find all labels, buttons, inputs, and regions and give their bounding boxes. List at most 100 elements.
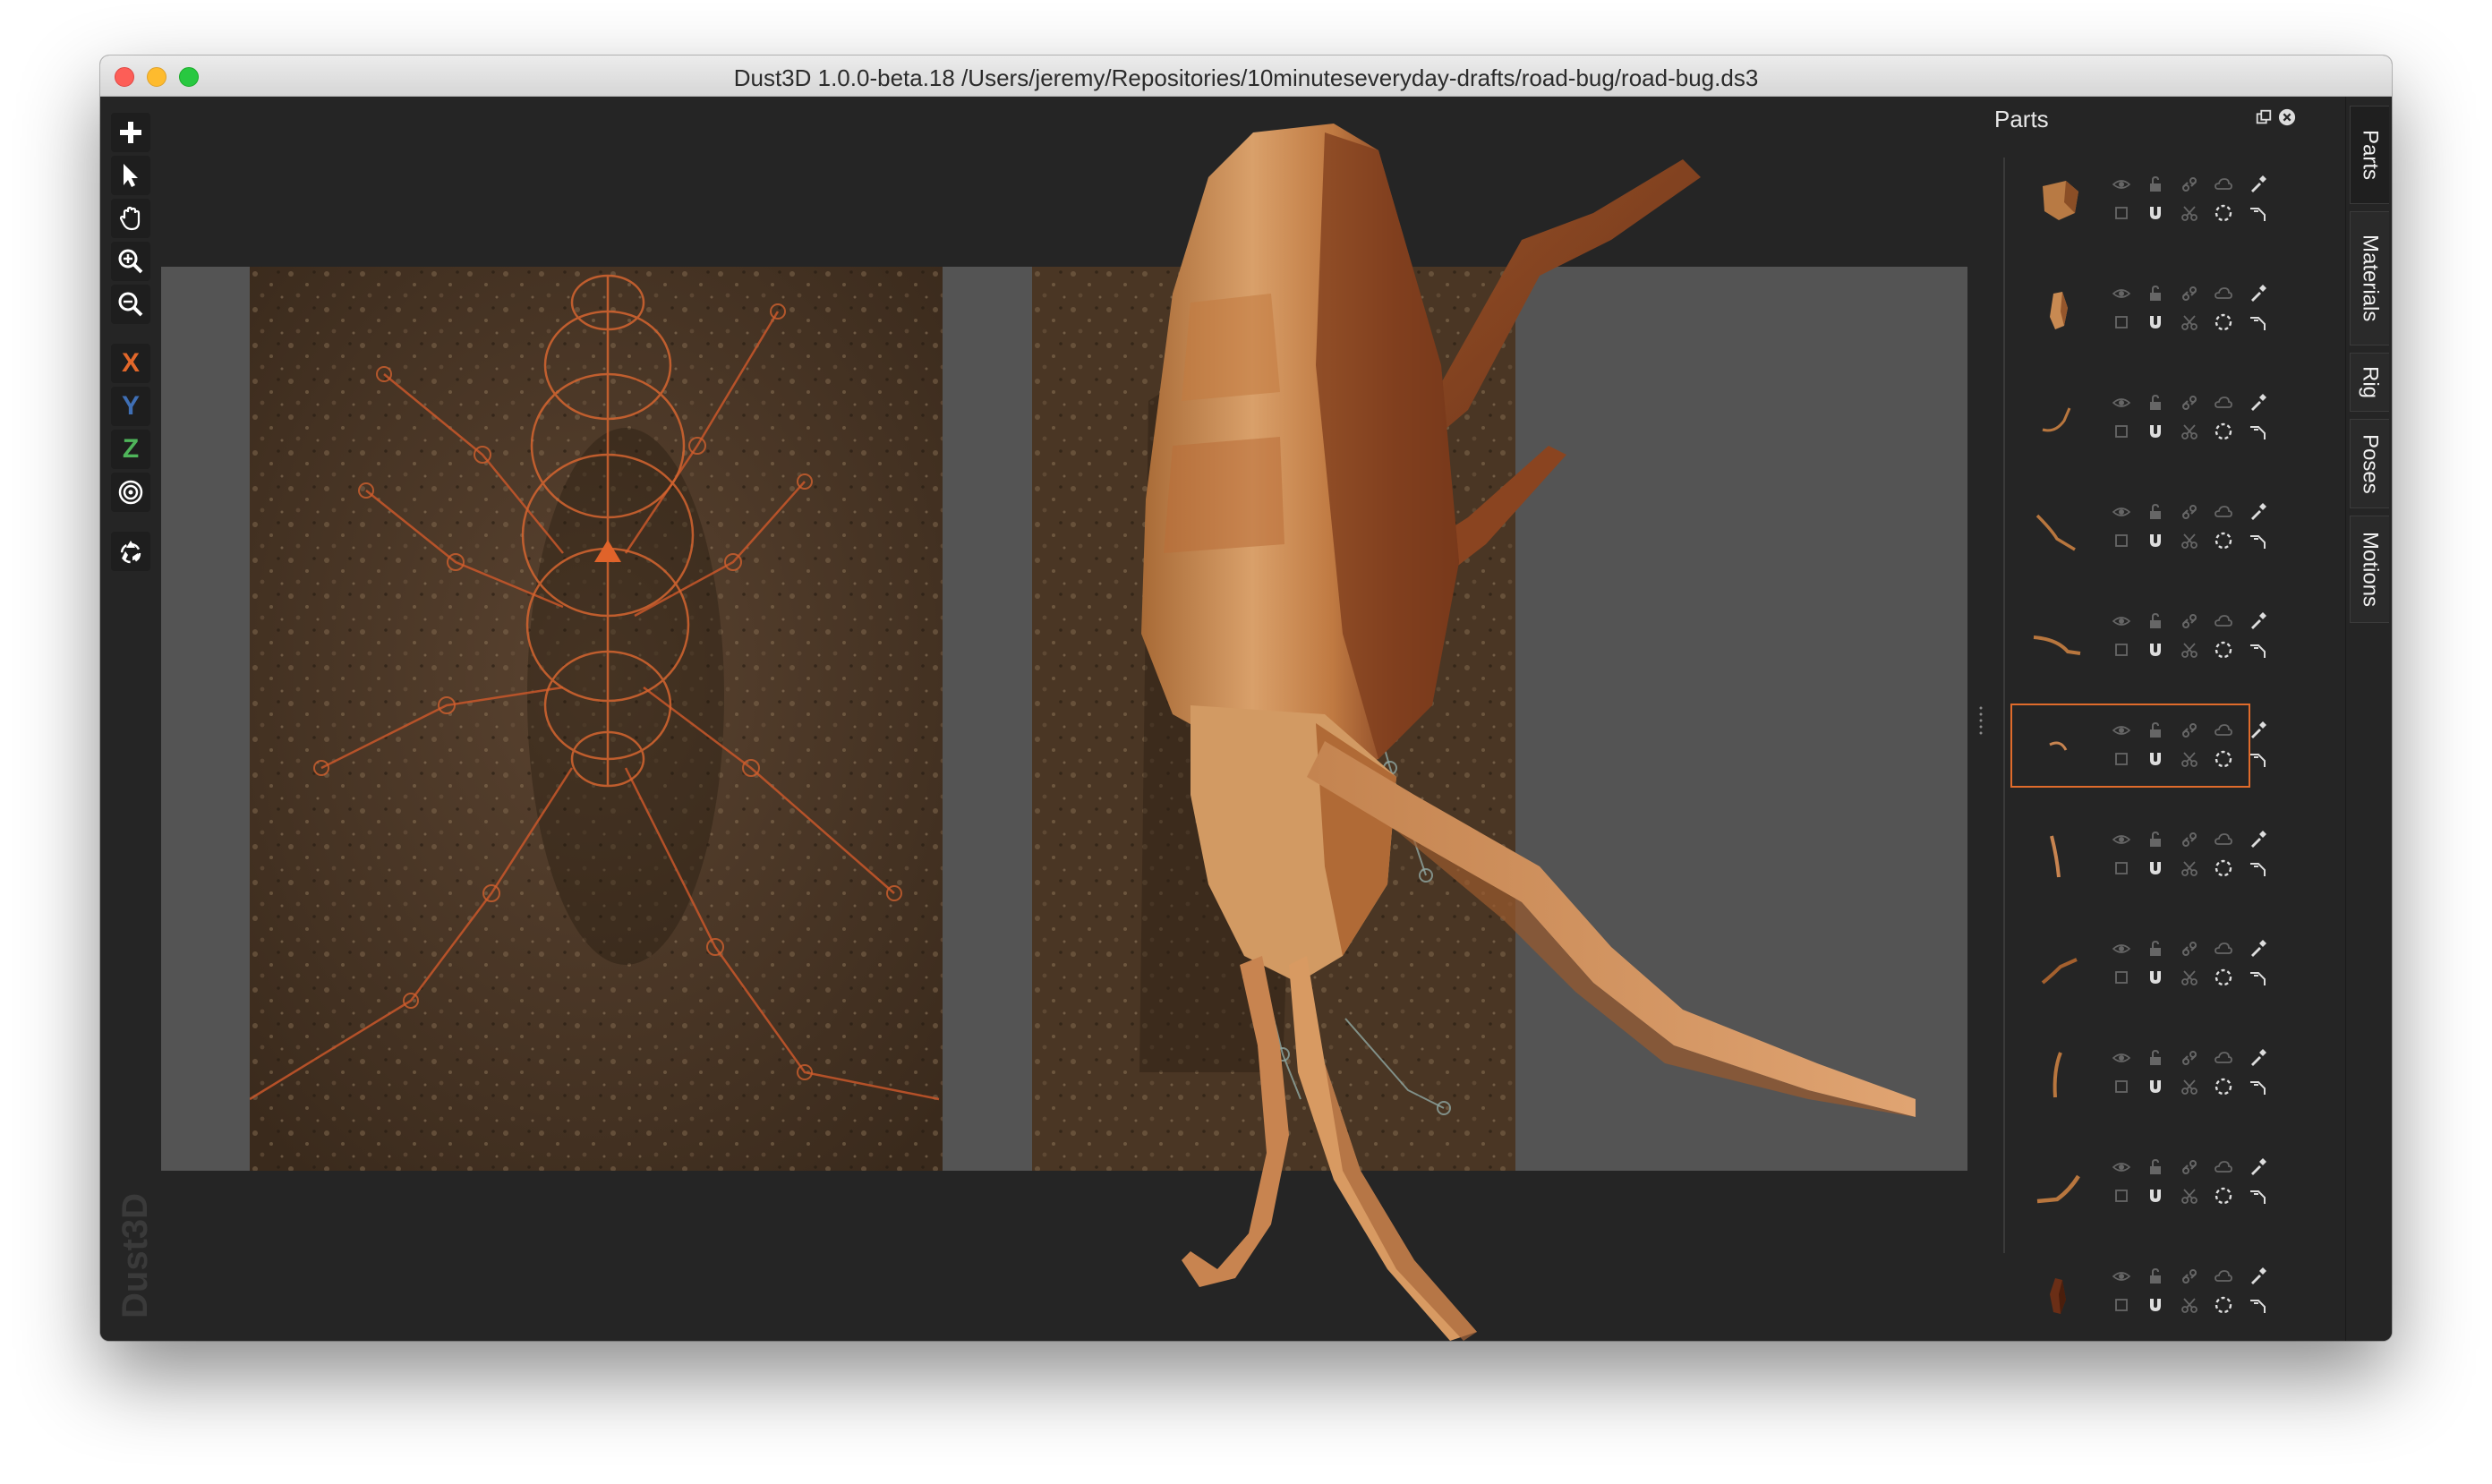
cloud-toggle[interactable] [2213,610,2234,632]
eye-toggle[interactable] [2111,829,2132,850]
unlock-toggle[interactable] [2145,720,2166,741]
chamfer-toggle[interactable] [2247,421,2268,442]
link-toggle[interactable] [2179,283,2200,304]
magnet-toggle[interactable] [2145,639,2166,661]
part-row[interactable] [2010,594,2266,678]
unlock-toggle[interactable] [2145,1266,2166,1287]
color-picker-toggle[interactable] [2247,938,2268,959]
scissors-toggle[interactable] [2179,202,2200,224]
magnet-toggle[interactable] [2145,1076,2166,1097]
part-row[interactable] [2010,158,2266,242]
unlock-toggle[interactable] [2145,283,2166,304]
link-toggle[interactable] [2179,938,2200,959]
scissors-toggle[interactable] [2179,311,2200,333]
select-mode-button[interactable] [111,156,150,195]
unlock-toggle[interactable] [2145,610,2166,632]
chamfer-toggle[interactable] [2247,857,2268,879]
part-row[interactable] [2010,704,2266,788]
link-toggle[interactable] [2179,720,2200,741]
magnet-toggle[interactable] [2145,1185,2166,1207]
scissors-toggle[interactable] [2179,1294,2200,1316]
cloud-toggle[interactable] [2213,501,2234,523]
dashed-circle-toggle[interactable] [2213,639,2234,661]
link-toggle[interactable] [2179,1047,2200,1069]
tab-parts[interactable]: Parts [2350,106,2389,204]
checkbox-toggle[interactable] [2111,311,2132,333]
dashed-circle-toggle[interactable] [2213,530,2234,551]
checkbox-toggle[interactable] [2111,202,2132,224]
link-toggle[interactable] [2179,1266,2200,1287]
chamfer-toggle[interactable] [2247,530,2268,551]
checkbox-toggle[interactable] [2111,857,2132,879]
dashed-circle-toggle[interactable] [2213,1076,2234,1097]
eye-toggle[interactable] [2111,174,2132,195]
magnet-toggle[interactable] [2145,857,2166,879]
color-picker-toggle[interactable] [2247,392,2268,414]
part-row[interactable] [2010,267,2266,351]
eye-toggle[interactable] [2111,1156,2132,1178]
link-toggle[interactable] [2179,829,2200,850]
unlock-toggle[interactable] [2145,174,2166,195]
link-toggle[interactable] [2179,392,2200,414]
checkbox-toggle[interactable] [2111,421,2132,442]
cloud-toggle[interactable] [2213,174,2234,195]
cloud-toggle[interactable] [2213,1266,2234,1287]
part-row[interactable] [2010,485,2266,569]
x-axis-lock-button[interactable]: X [111,344,150,383]
eye-toggle[interactable] [2111,720,2132,741]
eye-toggle[interactable] [2111,610,2132,632]
chamfer-toggle[interactable] [2247,311,2268,333]
scissors-toggle[interactable] [2179,748,2200,770]
part-row[interactable] [2010,1249,2266,1334]
checkbox-toggle[interactable] [2111,748,2132,770]
unlock-toggle[interactable] [2145,1047,2166,1069]
part-row[interactable] [2010,376,2266,460]
link-toggle[interactable] [2179,174,2200,195]
part-row[interactable] [2010,1031,2266,1115]
magnet-toggle[interactable] [2145,311,2166,333]
dashed-circle-toggle[interactable] [2213,857,2234,879]
cloud-toggle[interactable] [2213,1156,2234,1178]
chamfer-toggle[interactable] [2247,748,2268,770]
color-picker-toggle[interactable] [2247,610,2268,632]
magnet-toggle[interactable] [2145,421,2166,442]
radial-lock-button[interactable] [111,473,150,512]
color-picker-toggle[interactable] [2247,829,2268,850]
tab-rig[interactable]: Rig [2350,353,2389,412]
unlock-toggle[interactable] [2145,1156,2166,1178]
checkbox-toggle[interactable] [2111,639,2132,661]
cloud-toggle[interactable] [2213,938,2234,959]
chamfer-toggle[interactable] [2247,639,2268,661]
dashed-circle-toggle[interactable] [2213,421,2234,442]
scissors-toggle[interactable] [2179,421,2200,442]
cloud-toggle[interactable] [2213,1047,2234,1069]
scissors-toggle[interactable] [2179,1076,2200,1097]
magnet-toggle[interactable] [2145,967,2166,988]
part-row[interactable] [2010,922,2266,1006]
scissors-toggle[interactable] [2179,967,2200,988]
checkbox-toggle[interactable] [2111,1294,2132,1316]
part-row[interactable] [2010,1140,2266,1224]
tab-poses[interactable]: Poses [2350,419,2389,508]
add-node-button[interactable] [111,113,150,152]
dashed-circle-toggle[interactable] [2213,1294,2234,1316]
link-toggle[interactable] [2179,1156,2200,1178]
color-picker-toggle[interactable] [2247,501,2268,523]
dashed-circle-toggle[interactable] [2213,202,2234,224]
cloud-toggle[interactable] [2213,392,2234,414]
close-panel-button[interactable] [2277,107,2297,127]
eye-toggle[interactable] [2111,283,2132,304]
dashed-circle-toggle[interactable] [2213,311,2234,333]
color-picker-toggle[interactable] [2247,283,2268,304]
model-viewport[interactable] [161,97,1976,1341]
magnet-toggle[interactable] [2145,748,2166,770]
chamfer-toggle[interactable] [2247,1294,2268,1316]
magnet-toggle[interactable] [2145,202,2166,224]
color-picker-toggle[interactable] [2247,720,2268,741]
dashed-circle-toggle[interactable] [2213,748,2234,770]
color-picker-toggle[interactable] [2247,1047,2268,1069]
dashed-circle-toggle[interactable] [2213,1185,2234,1207]
checkbox-toggle[interactable] [2111,1185,2132,1207]
checkbox-toggle[interactable] [2111,967,2132,988]
chamfer-toggle[interactable] [2247,202,2268,224]
